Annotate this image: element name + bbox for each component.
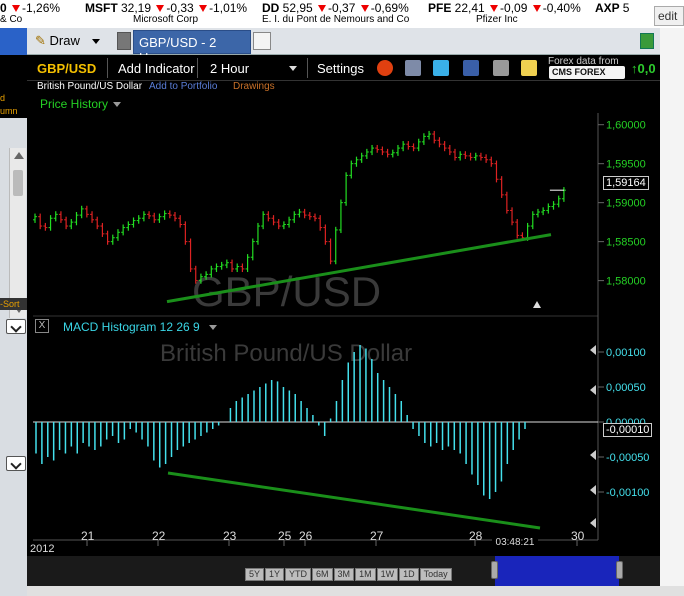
price-tick-label: 1,58500 [606,237,646,249]
price-trendline[interactable] [166,233,552,304]
navigator-right-handle[interactable] [616,561,623,579]
zoom-button-1y[interactable]: 1Y [265,568,285,581]
time-label: 03:48:21 [492,537,538,551]
zoom-button-ytd[interactable]: YTD [285,568,312,581]
time-tick-label: 22 [152,529,166,543]
time-tick-label: 30 [571,529,585,543]
time-tick-label: 27 [370,529,384,543]
price-tick-label: 1,59500 [606,159,646,171]
navigator-selection[interactable] [495,556,619,586]
macd-tick-label: -0,00100 [606,487,649,499]
year-label: 2012 [30,543,55,555]
zoom-button-6m[interactable]: 6M [312,568,333,581]
navigator-left-handle[interactable] [491,561,498,579]
axis-marker-icon [590,385,596,395]
zoom-buttons: 5Y 1Y YTD 6M 3M 1M 1W 1D Today [245,568,452,582]
chevron-down-icon[interactable] [209,325,217,330]
price-tick-label: 1,60000 [606,120,646,132]
range-navigator[interactable]: 5Y 1Y YTD 6M 3M 1M 1W 1D Today [27,556,660,586]
zoom-button-5y[interactable]: 5Y [245,568,265,581]
zoom-button-1w[interactable]: 1W [376,568,399,581]
zoom-button-1m[interactable]: 1M [355,568,376,581]
chart-canvas[interactable]: 1,60000 1,59500 1,59000 1,58500 1,58000 0,001… [0,0,684,596]
current-macd-box: -0,00010 [603,423,653,437]
axis-marker-icon [590,345,596,355]
macd-tick-label: 0,00100 [606,347,646,359]
macd-label[interactable]: MACD Histogram 12 26 9 [63,320,200,334]
time-tick-label: 25 [278,529,292,543]
macd-header: X MACD Histogram 12 26 9 [33,318,603,336]
time-tick-label: 23 [223,529,237,543]
time-tick-label: 26 [299,529,313,543]
zoom-button-3m[interactable]: 3M [333,568,355,581]
macd-tick-label: 0,00050 [606,382,646,394]
time-tick-label: 28 [469,529,483,543]
zoom-button-1d[interactable]: 1D [399,568,419,581]
macd-tick-label: -0,00050 [606,452,649,464]
time-tick-label: 21 [81,529,95,543]
zoom-button-today[interactable]: Today [419,568,452,581]
price-tick-label: 1,59000 [606,198,646,210]
close-icon[interactable]: X [35,319,49,333]
axis-marker-icon [590,485,596,495]
status-strip [27,586,684,596]
axis-marker-icon [590,450,596,460]
scroll-marker-icon[interactable] [533,301,541,308]
current-price-box: 1,59164 [603,176,649,190]
axis-marker-icon [590,518,596,528]
price-tick-label: 1,58000 [606,276,646,288]
